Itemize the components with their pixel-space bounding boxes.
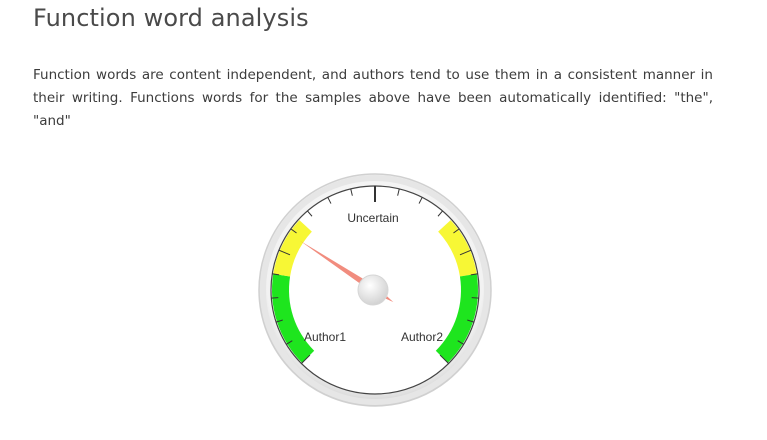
- section-title: Function word analysis: [33, 4, 309, 32]
- gauge-left-label: Author1: [304, 330, 346, 344]
- gauge-needle-cap: [357, 274, 389, 306]
- section-description: Function words are content independent, …: [33, 67, 713, 129]
- gauge-minor-tick: [471, 297, 479, 299]
- author-gauge: Uncertain Author1 Author2: [245, 160, 505, 420]
- gauge-center-label: Uncertain: [347, 211, 398, 225]
- gauge-right-label: Author2: [401, 330, 443, 344]
- gauge-svg: Uncertain Author1 Author2: [258, 173, 492, 407]
- gauge-minor-tick: [271, 297, 279, 299]
